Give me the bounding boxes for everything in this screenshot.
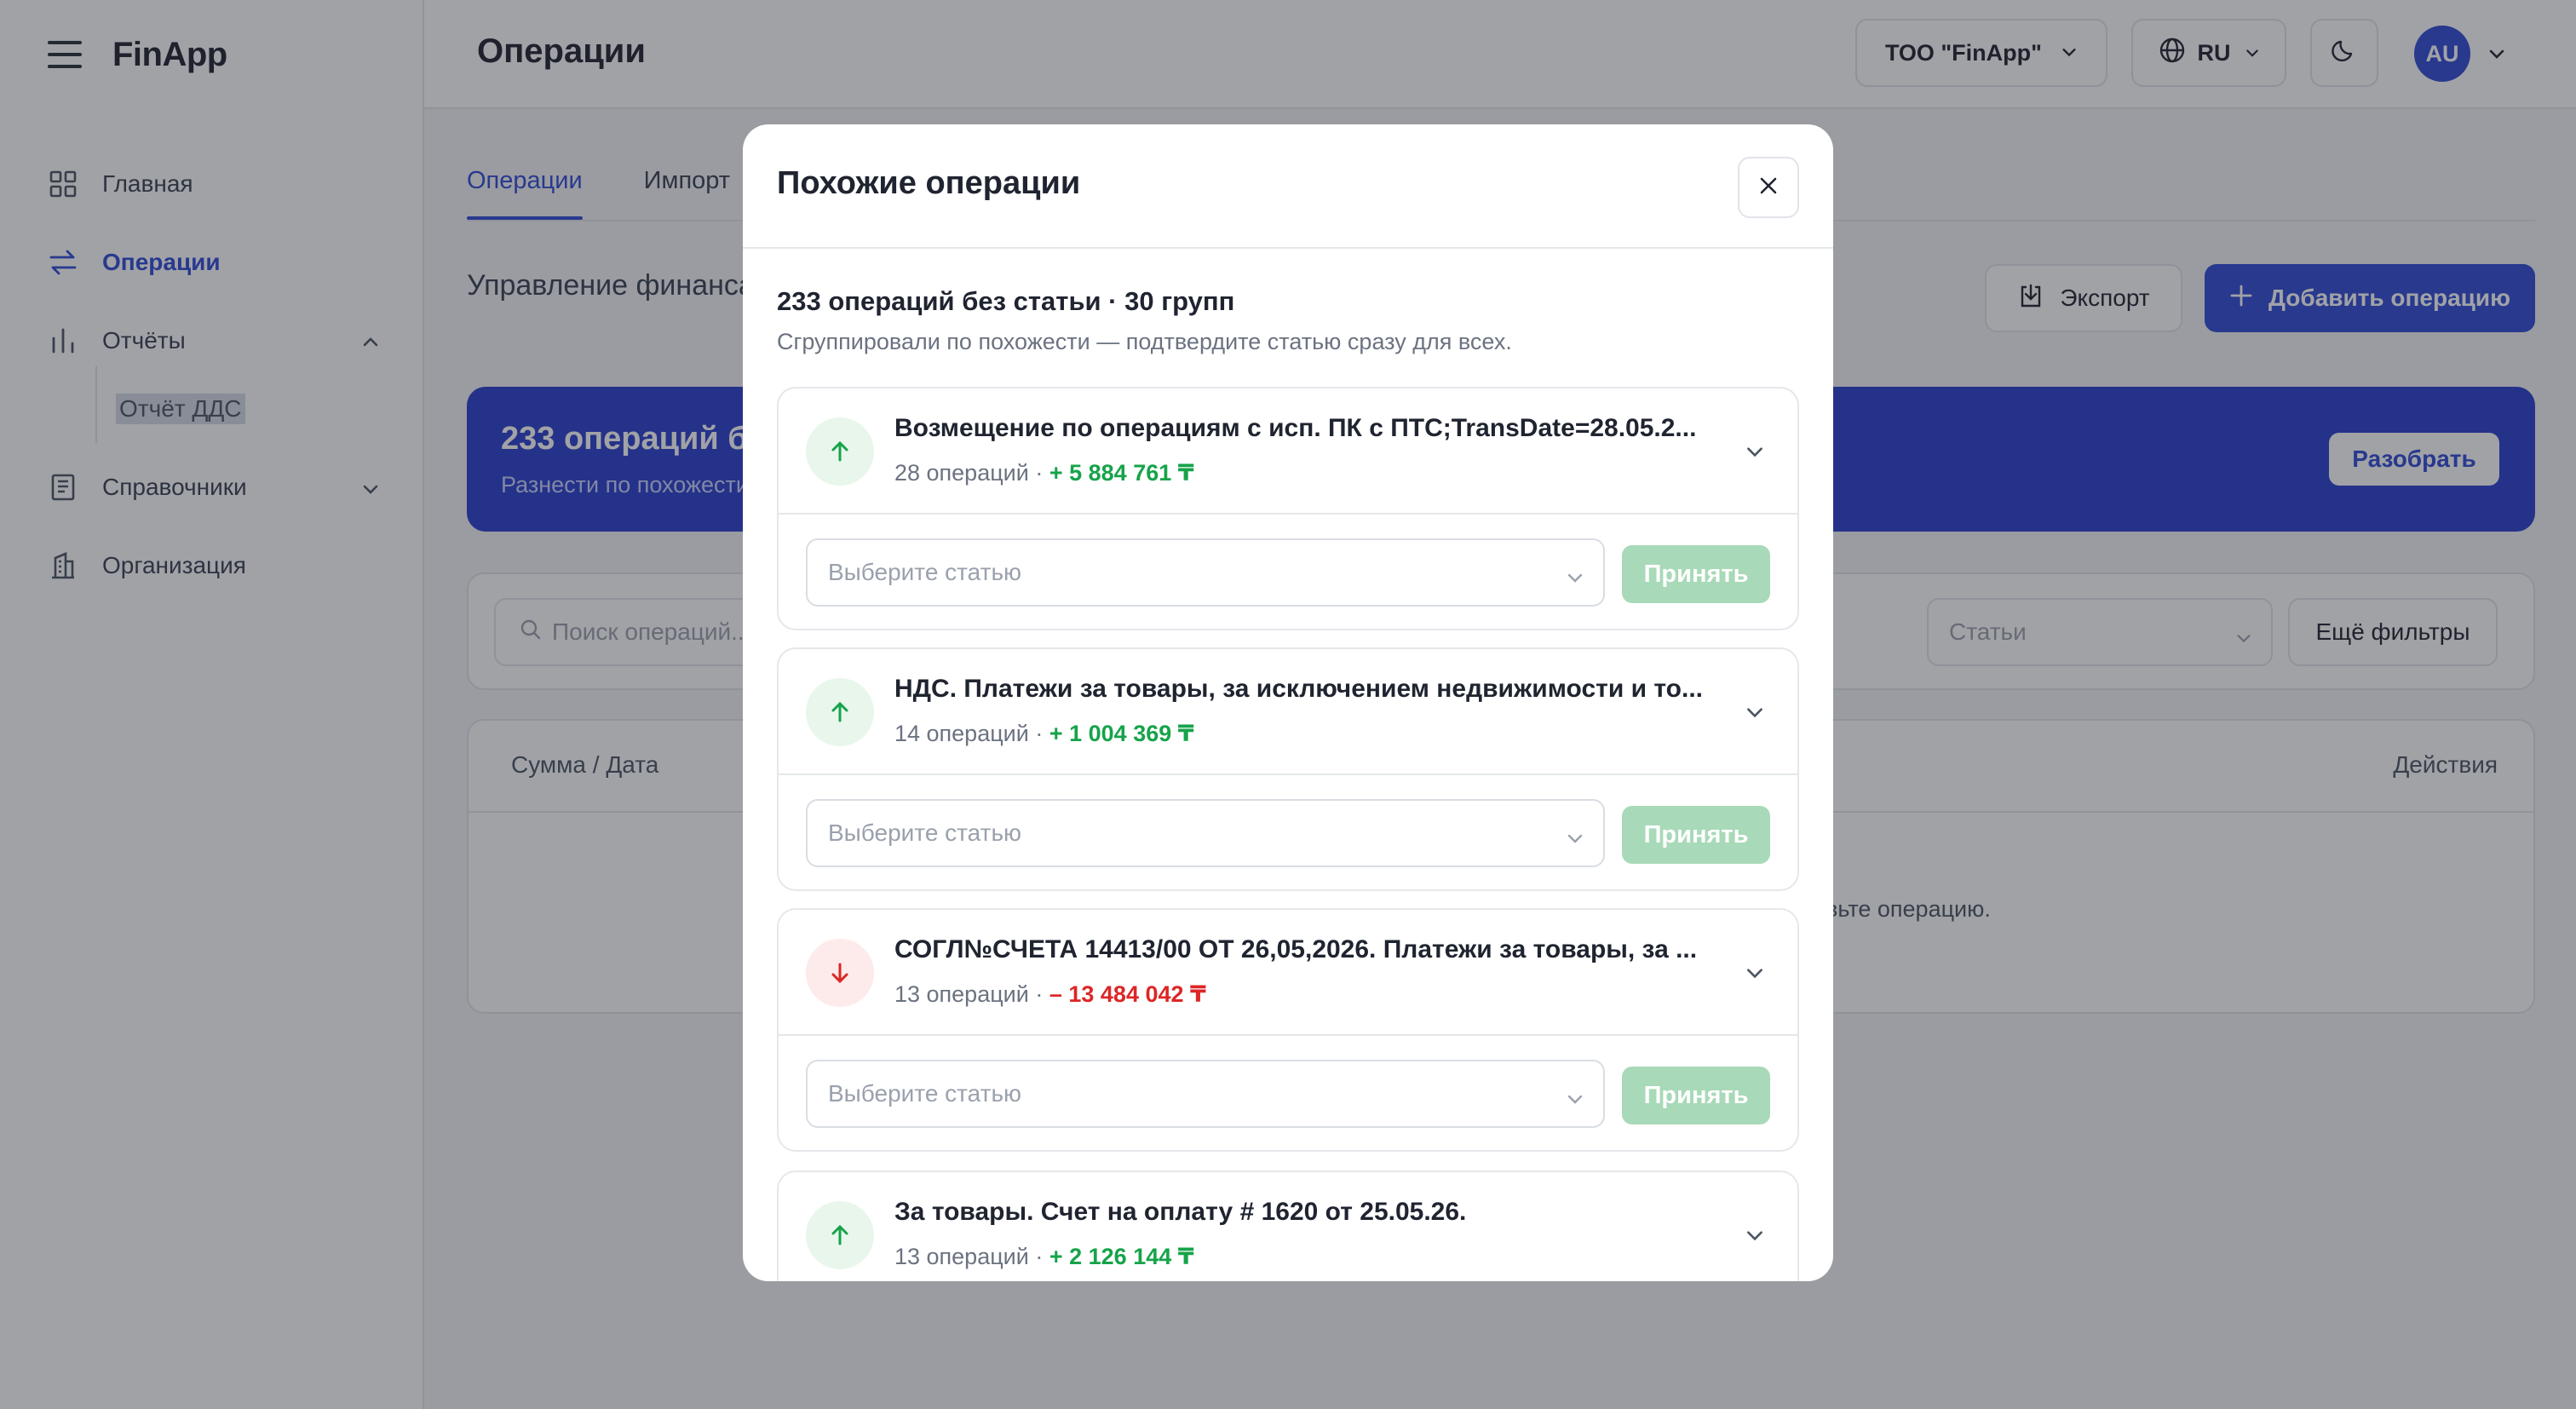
operation-group: НДС. Платежи за товары, за исключением н…: [777, 647, 1799, 891]
app: FinApp Главная Операции Отчёты Отчёт ДДС…: [0, 0, 2576, 1409]
chevron-down-icon[interactable]: [1745, 702, 1765, 727]
article-select-placeholder: Выберите статью: [828, 1080, 1022, 1107]
group-meta: 13 операций · – 13 484 042 ₸: [894, 981, 1206, 1008]
close-button[interactable]: [1738, 157, 1799, 218]
close-icon: [1757, 174, 1780, 202]
group-amount: + 5 884 761 ₸: [1049, 460, 1194, 486]
group-count: 28 операций ·: [894, 460, 1044, 486]
group-header[interactable]: НДС. Платежи за товары, за исключением н…: [779, 649, 1797, 775]
group-title: СОГЛ№СЧЕТА 14413/00 ОТ 26,05,2026. Плате…: [894, 935, 1698, 963]
article-select-placeholder: Выберите статью: [828, 820, 1022, 846]
group-amount: + 2 126 144 ₸: [1049, 1244, 1194, 1269]
article-select[interactable]: Выберите статью: [806, 1060, 1605, 1128]
group-meta: 13 операций · + 2 126 144 ₸: [894, 1244, 1194, 1270]
group-header[interactable]: За товары. Счет на оплату # 1620 от 25.0…: [779, 1172, 1797, 1281]
group-meta: 28 операций · + 5 884 761 ₸: [894, 460, 1194, 486]
operation-group: За товары. Счет на оплату # 1620 от 25.0…: [777, 1170, 1799, 1281]
group-meta: 14 операций · + 1 004 369 ₸: [894, 721, 1194, 747]
arrow-down-icon: [806, 939, 874, 1007]
group-count: 13 операций ·: [894, 981, 1044, 1007]
article-select-placeholder: Выберите статью: [828, 559, 1022, 585]
group-title: За товары. Счет на оплату # 1620 от 25.0…: [894, 1198, 1467, 1226]
chevron-down-icon: [1566, 1087, 1584, 1114]
group-amount: + 1 004 369 ₸: [1049, 721, 1194, 746]
chevron-down-icon[interactable]: [1745, 1225, 1765, 1250]
accept-button[interactable]: Принять: [1622, 1067, 1770, 1124]
accept-button[interactable]: Принять: [1622, 806, 1770, 864]
operation-group: СОГЛ№СЧЕТА 14413/00 ОТ 26,05,2026. Плате…: [777, 908, 1799, 1152]
chevron-down-icon[interactable]: [1745, 963, 1765, 987]
group-header[interactable]: Возмещение по операциям с исп. ПК с ПТС;…: [779, 388, 1797, 515]
group-count: 14 операций ·: [894, 721, 1044, 746]
modal-header: Похожие операции: [743, 124, 1833, 249]
group-title: НДС. Платежи за товары, за исключением н…: [894, 675, 1703, 703]
arrow-up-icon: [806, 678, 874, 746]
accept-button[interactable]: Принять: [1622, 545, 1770, 603]
operation-group: Возмещение по операциям с исп. ПК с ПТС;…: [777, 387, 1799, 630]
chevron-down-icon: [1566, 566, 1584, 593]
modal-title: Похожие операции: [777, 165, 1081, 201]
modal-hint: Сгруппировали по похожести — подтвердите…: [777, 329, 1512, 354]
article-select[interactable]: Выберите статью: [806, 799, 1605, 867]
group-header[interactable]: СОГЛ№СЧЕТА 14413/00 ОТ 26,05,2026. Плате…: [779, 910, 1797, 1036]
group-count: 13 операций ·: [894, 1244, 1044, 1269]
modal-summary: 233 операций без статьи · 30 групп: [777, 286, 1235, 316]
group-title: Возмещение по операциям с исп. ПК с ПТС;…: [894, 414, 1697, 442]
article-select[interactable]: Выберите статью: [806, 538, 1605, 607]
group-amount: – 13 484 042 ₸: [1049, 981, 1206, 1007]
chevron-down-icon: [1566, 826, 1584, 854]
similar-operations-modal: Похожие операции 233 операций без статьи…: [743, 124, 1833, 1281]
arrow-up-icon: [806, 1201, 874, 1269]
arrow-up-icon: [806, 417, 874, 486]
chevron-down-icon[interactable]: [1745, 441, 1765, 466]
